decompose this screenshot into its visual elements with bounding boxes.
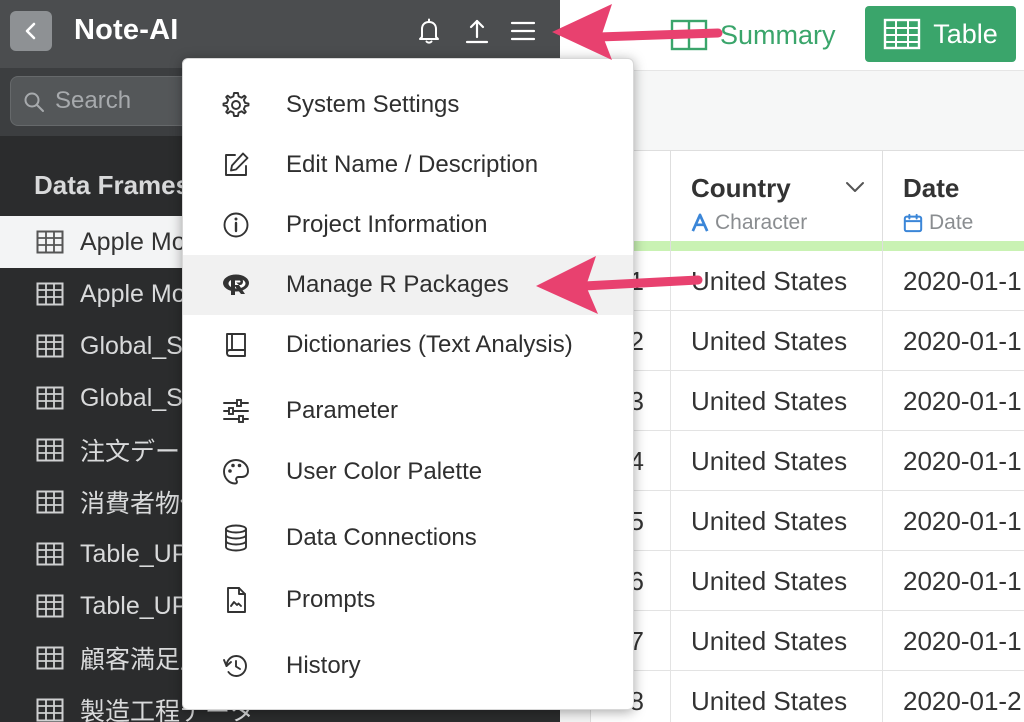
search-icon	[24, 92, 44, 112]
column-header-country[interactable]: Country Character	[671, 151, 883, 251]
cell-date[interactable]: 2020-01-1	[883, 551, 1024, 611]
app-title: Note-AI	[74, 14, 179, 46]
table-label: Table	[933, 18, 998, 49]
cell-date[interactable]: 2020-01-1	[883, 431, 1024, 491]
table-row: 3 United States 2020-01-1	[591, 371, 1024, 431]
table-icon	[36, 542, 64, 566]
column-type-label: Character	[715, 211, 808, 234]
summary-button[interactable]: Summary	[670, 10, 836, 60]
column-name: Date	[903, 173, 960, 203]
project-menu-dropdown: System Settings Edit Name / Description Pr…	[182, 58, 634, 710]
history-icon	[219, 649, 253, 683]
table-grid-icon	[884, 18, 921, 50]
palette-icon	[219, 455, 253, 489]
info-icon	[219, 208, 253, 242]
cell-date[interactable]: 2020-01-1	[883, 491, 1024, 551]
summary-label: Summary	[720, 19, 836, 50]
table-icon	[36, 386, 64, 410]
quality-bar	[883, 241, 1024, 251]
character-type-icon	[691, 213, 709, 233]
chevron-left-icon	[25, 22, 36, 40]
column-header-date[interactable]: Date Date	[883, 151, 1024, 251]
chevron-down-icon[interactable]	[844, 179, 866, 195]
table-icon	[36, 282, 64, 306]
menu-item-label: Manage R Packages	[286, 271, 509, 298]
data-table: Country Character Date Date 1 United Sta…	[590, 150, 1024, 722]
menu-item-user-color-palette[interactable]: User Color Palette	[183, 442, 633, 502]
menu-item-project-information[interactable]: Project Information	[183, 195, 633, 255]
menu-item-dictionaries-text-analysis[interactable]: Dictionaries (Text Analysis)	[183, 315, 633, 375]
sidebar-item-label: Table_UP	[80, 539, 189, 568]
table-row: 7 United States 2020-01-1	[591, 611, 1024, 671]
menu-item-label: Prompts	[286, 586, 376, 613]
table-row: 5 United States 2020-01-1	[591, 491, 1024, 551]
table-icon	[36, 490, 64, 514]
calendar-icon	[903, 213, 923, 233]
table-icon	[36, 230, 64, 254]
sliders-icon	[219, 394, 253, 428]
cell-country[interactable]: United States	[671, 251, 883, 311]
cell-country[interactable]: United States	[671, 551, 883, 611]
menu-item-history[interactable]: History	[183, 636, 633, 696]
hamburger-menu-icon[interactable]	[506, 14, 540, 48]
cell-date[interactable]: 2020-01-1	[883, 311, 1024, 371]
cell-country[interactable]: United States	[671, 311, 883, 371]
menu-item-label: User Color Palette	[286, 458, 483, 485]
bell-icon[interactable]	[412, 14, 446, 48]
table-icon	[36, 334, 64, 358]
menu-item-label: Parameter	[286, 397, 399, 424]
table-icon	[36, 698, 64, 722]
table-body: 1 United States 2020-01-1 2 United States 202…	[591, 251, 1024, 722]
gear-icon	[219, 88, 253, 122]
back-button[interactable]	[10, 11, 52, 51]
cell-date[interactable]: 2020-01-1	[883, 611, 1024, 671]
cell-country[interactable]: United States	[671, 431, 883, 491]
column-type-label: Date	[929, 211, 974, 234]
menu-item-parameter[interactable]: Parameter	[183, 381, 633, 441]
sidebar-item-label: Table_UP	[80, 591, 189, 620]
cell-country[interactable]: United States	[671, 611, 883, 671]
cell-date[interactable]: 2020-01-1	[883, 371, 1024, 431]
quality-bar	[671, 241, 882, 251]
table-icon	[36, 646, 64, 670]
menu-item-edit-name-description[interactable]: Edit Name / Description	[183, 135, 633, 195]
book-icon	[219, 328, 253, 362]
table-button[interactable]: Table	[865, 6, 1016, 62]
table-icon	[36, 438, 64, 462]
table-row: 2 United States 2020-01-1	[591, 311, 1024, 371]
table-icon	[36, 594, 64, 618]
cell-date[interactable]: 2020-01-1	[883, 251, 1024, 311]
table-row: 8 United States 2020-01-2	[591, 671, 1024, 722]
table-row: 6 United States 2020-01-1	[591, 551, 1024, 611]
table-row: 4 United States 2020-01-1	[591, 431, 1024, 491]
column-name: Country	[691, 173, 791, 203]
menu-item-label: Edit Name / Description	[286, 151, 539, 178]
menu-item-system-settings[interactable]: System Settings	[183, 75, 633, 135]
menu-item-data-connections[interactable]: Data Connections	[183, 508, 633, 568]
column-type: Character	[691, 211, 807, 235]
upload-icon[interactable]	[460, 14, 494, 48]
menu-item-label: Project Information	[286, 211, 488, 238]
menu-item-label: Data Connections	[286, 524, 477, 551]
r-logo-icon	[219, 268, 253, 302]
menu-item-label: History	[286, 652, 361, 679]
cell-country[interactable]: United States	[671, 371, 883, 431]
table-row: 1 United States 2020-01-1	[591, 251, 1024, 311]
menu-item-label: Dictionaries (Text Analysis)	[286, 331, 573, 358]
column-type: Date	[903, 211, 973, 235]
cell-date[interactable]: 2020-01-2	[883, 671, 1024, 722]
menu-item-label: System Settings	[286, 91, 460, 118]
summary-grid-icon	[670, 19, 708, 51]
edit-icon	[219, 148, 253, 182]
menu-item-manage-r-packages[interactable]: Manage R Packages	[183, 255, 633, 315]
database-icon	[219, 521, 253, 555]
cell-country[interactable]: United States	[671, 491, 883, 551]
data-frames-heading: Data Frames	[34, 170, 191, 200]
cell-country[interactable]: United States	[671, 671, 883, 722]
document-icon	[219, 583, 253, 617]
menu-item-prompts[interactable]: Prompts	[183, 570, 633, 630]
